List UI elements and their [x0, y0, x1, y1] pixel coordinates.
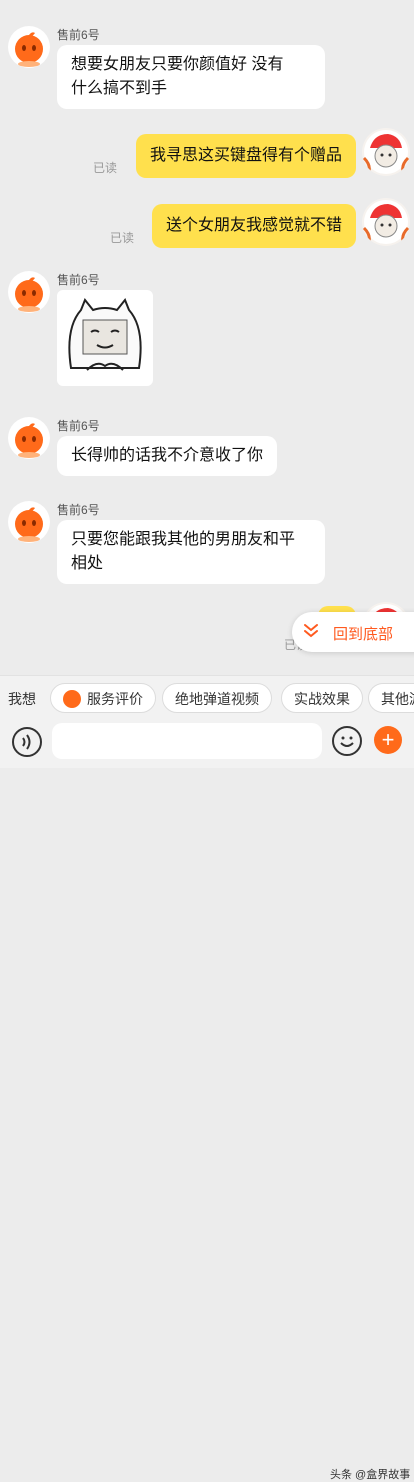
chip-effect[interactable]: 实战效果 [281, 683, 363, 713]
watermark: 头条 @盒界故事 [330, 1469, 411, 1481]
agent-avatar[interactable] [8, 501, 50, 543]
sender-name: 售前6号 [57, 503, 100, 517]
agent-avatar[interactable] [8, 417, 50, 459]
message-bubble[interactable]: 想要女朋友只要你颜值好 没有 什么搞不到手 [57, 45, 325, 109]
chip-label: 服务评价 [87, 691, 143, 707]
message-bubble[interactable]: 只要您能跟我其他的男朋友和平 相处 [57, 520, 325, 584]
sender-name: 售前6号 [57, 273, 100, 287]
chevron-double-down-icon [304, 624, 318, 638]
voice-icon[interactable] [12, 727, 42, 757]
quick-bar-lead: 我想 [8, 691, 36, 707]
agent-avatar[interactable] [8, 26, 50, 68]
quick-reply-bar: 我想 服务评价 绝地弹道视频 实战效果 其他游 [0, 675, 414, 720]
emoji-icon[interactable] [332, 726, 362, 756]
message-line: 长得帅的话我不介意收了你 [71, 447, 264, 464]
plus-icon[interactable]: + [374, 726, 402, 754]
back-to-bottom-button[interactable]: 回到底部 [292, 612, 414, 652]
chip-label: 实战效果 [294, 691, 350, 707]
message-line: 只要您能跟我其他的男朋友和平 [71, 531, 296, 548]
input-bar: + 头条 @盒界故事 [0, 719, 414, 1481]
message-bubble-self[interactable]: 送个女朋友我感觉就不错 [151, 204, 356, 248]
user-avatar[interactable] [362, 198, 410, 246]
chip-label: 绝地弹道视频 [175, 691, 259, 707]
chip-service-rating[interactable]: 服务评价 [50, 683, 156, 713]
chip-other[interactable]: 其他游 [368, 683, 414, 713]
back-to-bottom-label: 回到底部 [333, 626, 394, 643]
user-avatar[interactable] [362, 128, 410, 176]
sticker-cat-icon[interactable] [57, 290, 153, 386]
read-status: 已读 [110, 231, 135, 245]
message-line: 想要女朋友只要你颜值好 没有 [71, 56, 284, 73]
sender-name: 售前6号 [57, 28, 100, 42]
service-rating-icon [63, 690, 81, 709]
read-status: 已读 [93, 161, 118, 175]
chip-video[interactable]: 绝地弹道视频 [162, 683, 272, 713]
chip-label: 其他游 [381, 691, 414, 707]
sender-name: 售前6号 [57, 419, 100, 433]
message-bubble[interactable]: 长得帅的话我不介意收了你 [57, 436, 278, 476]
message-bubble-self[interactable]: 我寻思这买键盘得有个赠品 [135, 134, 356, 178]
agent-avatar[interactable] [8, 271, 50, 313]
message-line: 什么搞不到手 [71, 80, 168, 97]
message-input[interactable] [52, 723, 322, 759]
message-line: 相处 [71, 555, 104, 572]
